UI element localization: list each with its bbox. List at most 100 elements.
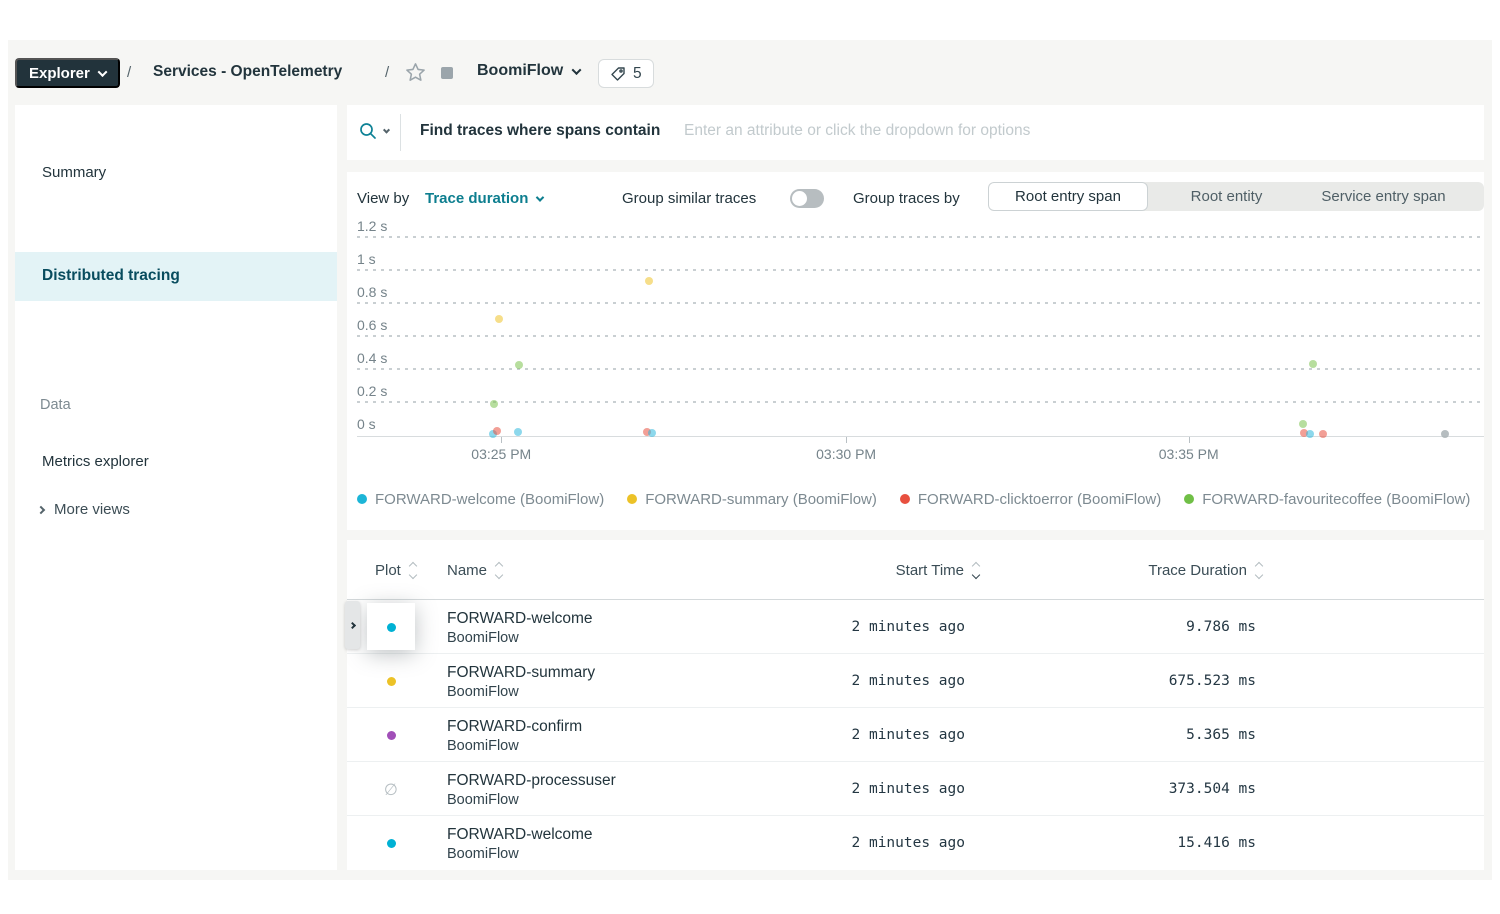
y-axis-label: 0.6 s <box>357 317 387 333</box>
group-similar-label: Group similar traces <box>622 190 756 207</box>
breadcrumb-separator: / <box>127 64 131 81</box>
start-time-cell: 2 minutes ago <box>747 762 965 816</box>
column-header-name[interactable]: Name <box>447 540 502 600</box>
column-header-start-time[interactable]: Start Time <box>747 540 979 600</box>
app-window: Explorer / Services - OpenTelemetry / Bo… <box>8 40 1492 880</box>
sort-icon <box>1256 563 1262 578</box>
group-similar-toggle[interactable] <box>790 189 824 208</box>
group-traces-by-label: Group traces by <box>853 190 960 207</box>
entity-type-icon <box>441 67 453 79</box>
group-by-option-root-entity[interactable]: Root entity <box>1148 182 1305 211</box>
trace-point-FORWARD-summary[interactable] <box>645 277 653 285</box>
sidebar-item-summary[interactable]: Summary <box>15 164 337 181</box>
y-axis-label: 1.2 s <box>357 218 387 234</box>
trace-point-FORWARD-welcome[interactable] <box>648 429 656 437</box>
trace-name: FORWARD-confirm <box>447 717 582 737</box>
gridline <box>357 302 1484 304</box>
table-body: FORWARD-welcomeBoomiFlow2 minutes ago9.7… <box>347 600 1484 870</box>
chevron-right-icon <box>37 505 45 513</box>
x-axis: 03:25 PM03:30 PM03:35 PM <box>357 437 1484 471</box>
tags-chip[interactable]: 5 <box>598 59 654 88</box>
view-by-label: View by <box>357 190 409 207</box>
legend-item-FORWARD-welcome[interactable]: FORWARD-welcome (BoomiFlow) <box>357 491 604 508</box>
group-by-option-root-entry-span[interactable]: Root entry span <box>988 182 1148 211</box>
legend-item-FORWARD-summary[interactable]: FORWARD-summary (BoomiFlow) <box>627 491 877 508</box>
legend-label: FORWARD-summary (BoomiFlow) <box>645 491 877 508</box>
trace-service: BoomiFlow <box>447 737 582 756</box>
breadcrumb: Explorer / Services - OpenTelemetry / Bo… <box>8 40 1492 105</box>
plot-marker-cell: ∅ <box>371 762 411 816</box>
view-by-value: Trace duration <box>425 190 528 207</box>
trace-name: FORWARD-processuser <box>447 771 616 791</box>
trace-duration-cell: 9.786 ms <box>997 600 1256 654</box>
tag-count: 5 <box>633 65 642 83</box>
trace-point-FORWARD-favouritecoffee[interactable] <box>1299 420 1307 428</box>
group-by-segmented-control: Root entry spanRoot entityService entry … <box>988 182 1484 211</box>
plot-dot <box>387 731 396 740</box>
x-axis-tick <box>501 437 502 443</box>
legend-dot <box>900 494 910 504</box>
gridline <box>357 236 1484 238</box>
explorer-label: Explorer <box>29 65 90 82</box>
more-views-label: More views <box>54 501 130 518</box>
trace-service: BoomiFlow <box>447 683 595 702</box>
sidebar-item-label: Distributed tracing <box>42 267 180 285</box>
trace-chart-panel: View by Trace duration Group similar tra… <box>347 172 1484 530</box>
chevron-down-icon <box>536 193 544 201</box>
trace-service: BoomiFlow <box>447 629 593 648</box>
chevron-right-icon <box>349 621 356 628</box>
search-mode-dropdown[interactable] <box>358 121 389 141</box>
breadcrumb-separator: / <box>385 64 389 81</box>
legend-dot <box>627 494 637 504</box>
trace-duration-cell: 15.416 ms <box>997 816 1256 870</box>
trace-point-FORWARD-favouritecoffee[interactable] <box>490 400 498 408</box>
chart-legend: FORWARD-welcome (BoomiFlow) FORWARD-summa… <box>357 485 1484 513</box>
trace-point-FORWARD-summary[interactable] <box>495 315 503 323</box>
trace-point-FORWARD-clicktoerror[interactable] <box>493 427 501 435</box>
favorite-star-icon[interactable] <box>404 61 427 89</box>
column-header-trace-duration[interactable]: Trace Duration <box>997 540 1262 600</box>
trace-search-input[interactable]: Find traces where spans contain Enter an… <box>347 105 1484 160</box>
y-axis-label: 1 s <box>357 251 376 267</box>
trace-duration-cell: 5.365 ms <box>997 708 1256 762</box>
table-row[interactable]: ∅FORWARD-processuserBoomiFlow2 minutes a… <box>347 762 1484 816</box>
entity-selector[interactable]: BoomiFlow <box>477 62 580 80</box>
legend-item-FORWARD-clicktoerror[interactable]: FORWARD-clicktoerror (BoomiFlow) <box>900 491 1161 508</box>
legend-label: FORWARD-welcome (BoomiFlow) <box>375 491 604 508</box>
breadcrumb-service[interactable]: Services - OpenTelemetry <box>153 63 342 81</box>
sidebar-item-distributed-tracing[interactable]: Distributed tracing <box>15 252 337 301</box>
x-axis-label: 03:25 PM <box>471 446 531 462</box>
start-time-cell: 2 minutes ago <box>747 816 965 870</box>
column-header-plot[interactable]: Plot <box>375 540 416 600</box>
explorer-menu-button[interactable]: Explorer <box>15 58 120 88</box>
table-row[interactable]: FORWARD-summaryBoomiFlow2 minutes ago675… <box>347 654 1484 708</box>
view-by-dropdown[interactable]: Trace duration <box>425 190 543 207</box>
sidebar-more-views[interactable]: More views <box>38 501 130 518</box>
legend-dot <box>357 494 367 504</box>
group-by-option-service-entry-span[interactable]: Service entry span <box>1305 182 1462 211</box>
sidebar-item-metrics-explorer[interactable]: Metrics explorer <box>15 453 337 470</box>
x-axis-label: 03:35 PM <box>1159 446 1219 462</box>
gridline <box>357 335 1484 337</box>
traces-table: Plot Name Start Time Trace Duration <box>347 540 1484 870</box>
trace-point-FORWARD-favouritecoffee[interactable] <box>515 361 523 369</box>
table-row[interactable]: FORWARD-confirmBoomiFlow2 minutes ago5.3… <box>347 708 1484 762</box>
search-placeholder: Enter an attribute or click the dropdown… <box>684 122 1030 140</box>
search-prefix-label: Find traces where spans contain <box>420 122 660 140</box>
column-label: Trace Duration <box>1148 562 1247 579</box>
start-time-cell: 2 minutes ago <box>747 600 965 654</box>
table-row[interactable]: FORWARD-welcomeBoomiFlow2 minutes ago9.7… <box>347 600 1484 654</box>
trace-duration-cell: 675.523 ms <box>997 654 1256 708</box>
trace-name-cell: FORWARD-summaryBoomiFlow <box>447 663 595 702</box>
column-label: Name <box>447 562 487 579</box>
column-label: Start Time <box>896 562 964 579</box>
x-axis-tick <box>1189 437 1190 443</box>
trace-point-FORWARD-welcome[interactable] <box>514 428 522 436</box>
table-row[interactable]: FORWARD-welcomeBoomiFlow 2 minutes ago 15.… <box>347 816 1484 870</box>
trace-point-FORWARD-favouritecoffee[interactable] <box>1309 360 1317 368</box>
screen: Explorer / Services - OpenTelemetry / Bo… <box>0 0 1500 914</box>
trace-name: FORWARD-welcome <box>447 825 593 845</box>
legend-item-FORWARD-favouritecoffee[interactable]: FORWARD-favouritecoffee (BoomiFlow) <box>1184 491 1470 508</box>
trace-name-cell: FORWARD-welcomeBoomiFlow <box>447 825 593 864</box>
expand-row-handle[interactable] <box>345 601 360 649</box>
